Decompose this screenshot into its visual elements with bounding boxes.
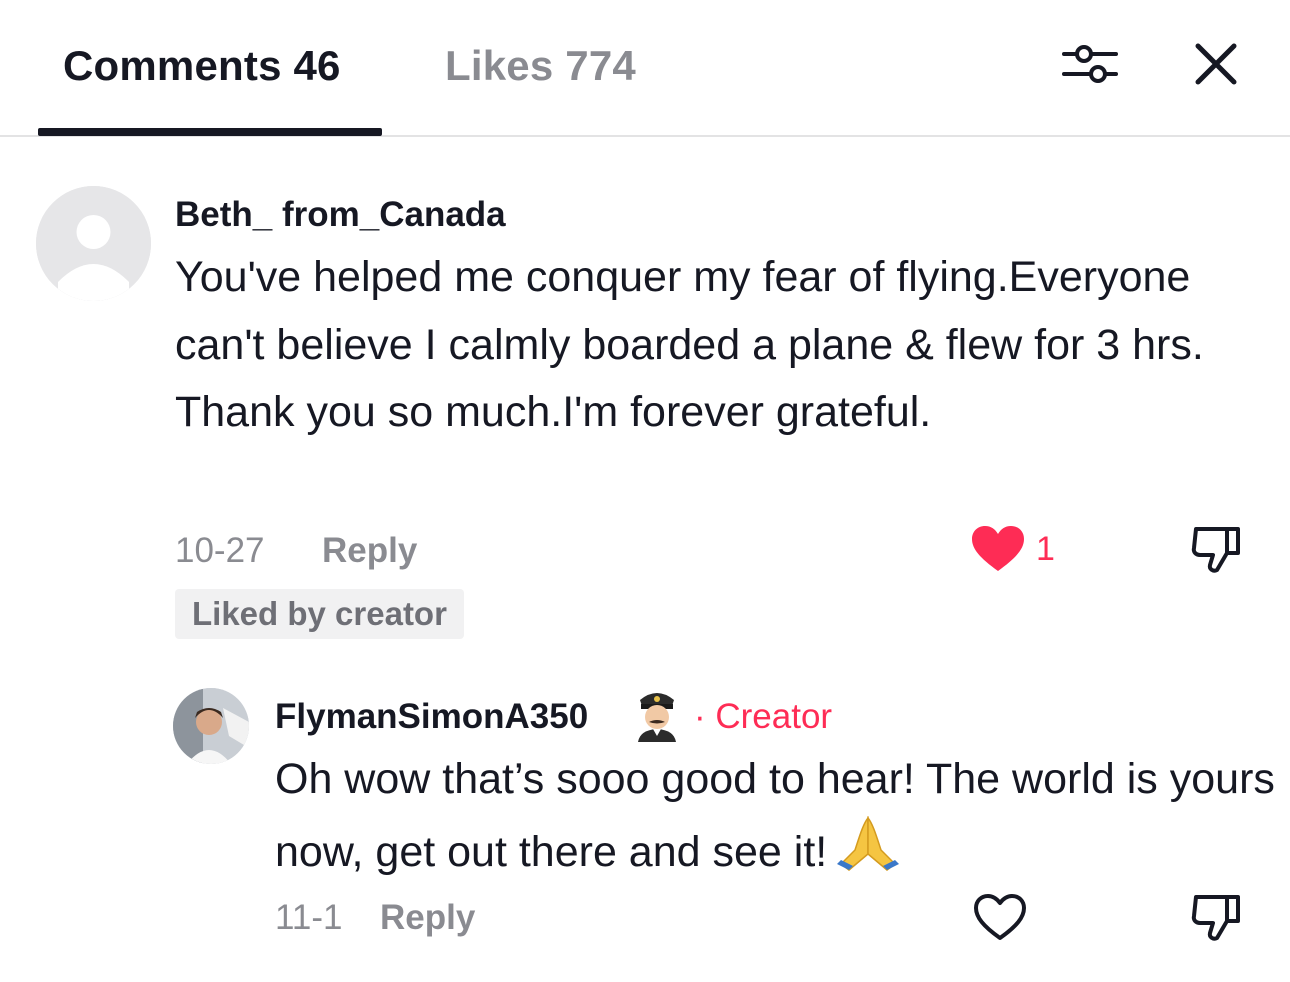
pilot-emoji-icon [632,684,682,742]
comment-text: You've helped me conquer my fear of flyi… [175,253,1204,436]
reply-text-content: Oh wow that’s sooo good to hear! The wor… [275,755,1275,876]
active-tab-indicator [38,128,382,136]
reply-button[interactable]: Reply [322,531,417,571]
close-icon[interactable] [1190,38,1242,90]
heart-outline-icon[interactable] [972,892,1028,942]
reply-button[interactable]: Reply [380,898,475,938]
praying-hands-emoji-icon [835,814,901,872]
tab-comments[interactable]: Comments 46 [63,42,341,90]
liked-by-creator-badge: Liked by creator [175,589,464,639]
comment-date: 10-27 [175,531,265,570]
reply-date: 11-1 [275,898,343,937]
avatar[interactable] [36,186,151,301]
reply-avatar[interactable] [173,688,249,764]
thumbs-down-icon[interactable] [1187,521,1245,579]
tab-likes[interactable]: Likes 774 [445,42,636,90]
filter-sliders-icon[interactable] [1060,40,1120,88]
reply-text: Oh wow that’s sooo good to hear! The wor… [275,746,1275,886]
creator-tag: · Creator [694,697,833,736]
like-count: 1 [1036,530,1055,568]
heart-filled-icon[interactable] [970,524,1026,574]
thumbs-down-icon[interactable] [1187,889,1245,947]
comment-username[interactable]: Beth_ from_Canada [175,195,506,235]
comments-header: Comments 46 Likes 774 [0,0,1290,137]
reply-username[interactable]: FlymanSimonA350 [275,697,588,737]
